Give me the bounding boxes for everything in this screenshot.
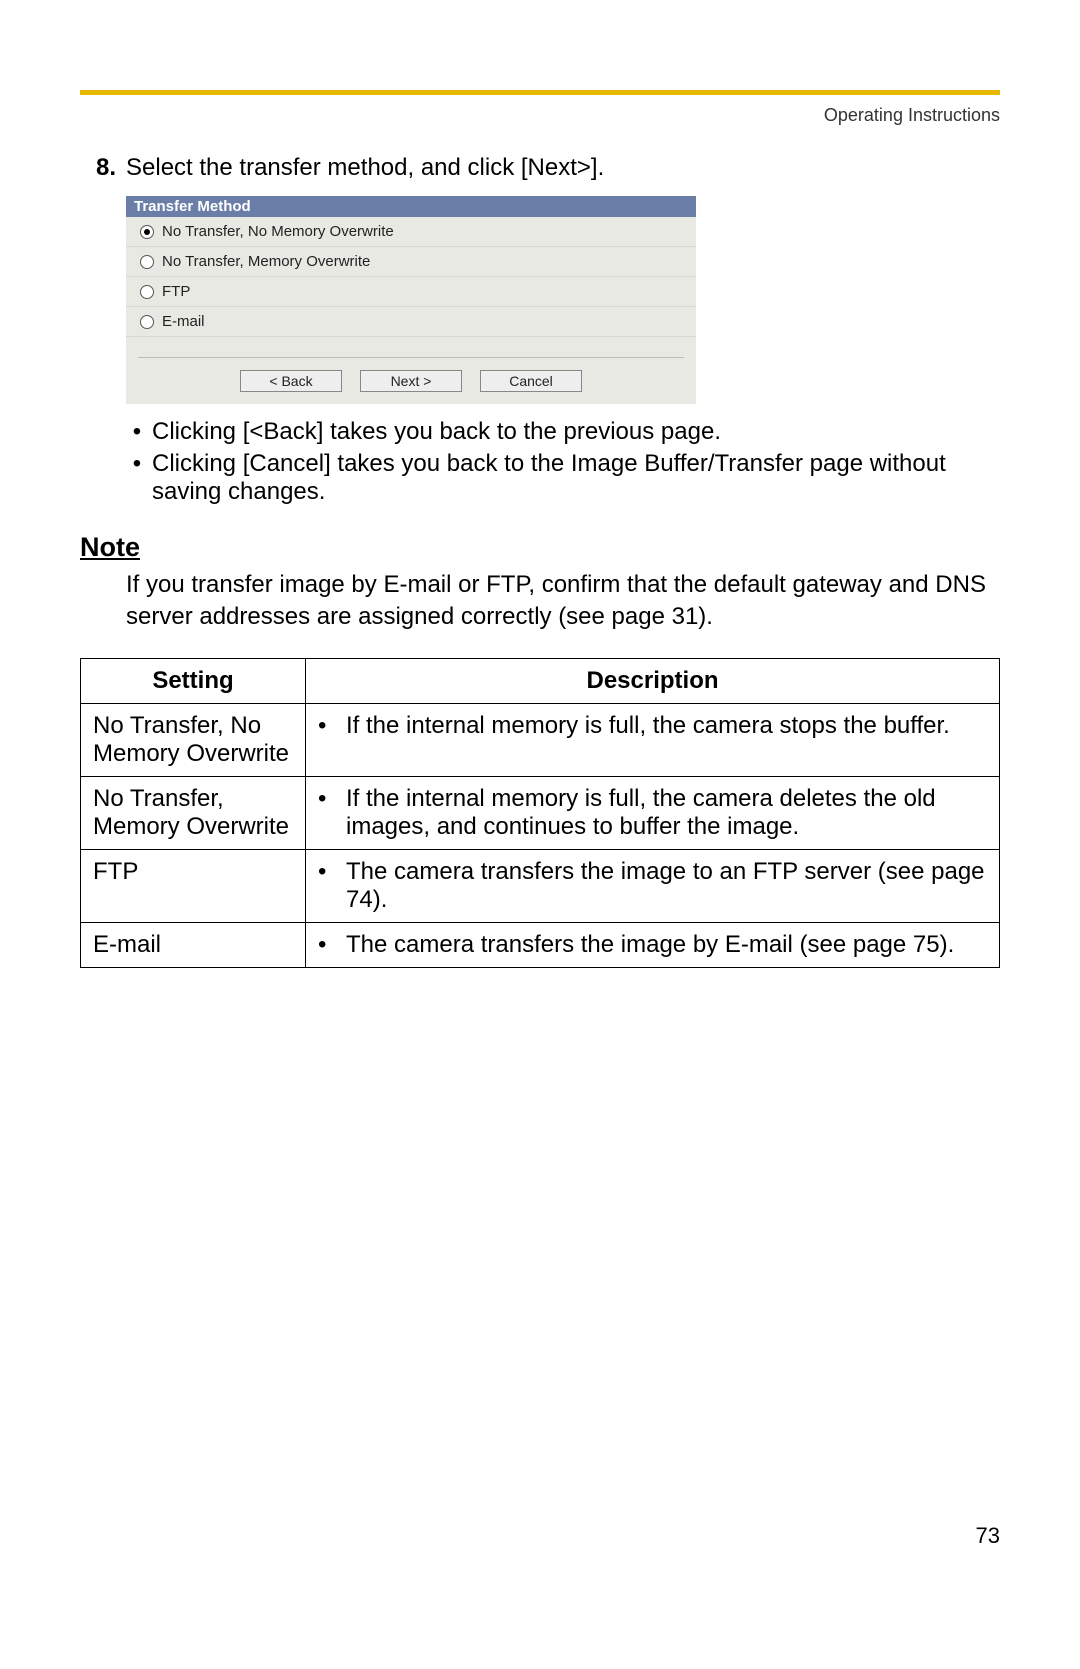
note-body: If you transfer image by E-mail or FTP, … [126, 569, 1000, 634]
description-cell: If the internal memory is full, the came… [346, 785, 987, 841]
bullet-icon: • [318, 712, 346, 740]
radio-icon [140, 315, 154, 329]
back-button[interactable]: < Back [240, 370, 342, 392]
radio-icon [140, 255, 154, 269]
setting-cell: FTP [81, 849, 306, 922]
bullet-text: Clicking [<Back] takes you back to the p… [152, 418, 721, 446]
page-number: 73 [976, 1523, 1000, 1549]
radio-label: E-mail [162, 313, 205, 330]
bullet-icon: • [122, 450, 152, 506]
radio-option-no-transfer-overwrite[interactable]: No Transfer, Memory Overwrite [126, 247, 696, 277]
description-cell: The camera transfers the image by E-mail… [346, 931, 954, 959]
bullet-icon: • [122, 418, 152, 446]
dialog-title: Transfer Method [126, 196, 696, 217]
table-row: No Transfer, Memory Overwrite •If the in… [81, 776, 1000, 849]
table-row: FTP •The camera transfers the image to a… [81, 849, 1000, 922]
table-row: E-mail •The camera transfers the image b… [81, 922, 1000, 967]
radio-label: No Transfer, Memory Overwrite [162, 253, 370, 270]
radio-label: No Transfer, No Memory Overwrite [162, 223, 394, 240]
description-cell: If the internal memory is full, the came… [346, 712, 950, 740]
table-row: No Transfer, No Memory Overwrite •If the… [81, 703, 1000, 776]
dialog-divider [138, 357, 684, 358]
setting-cell: No Transfer, Memory Overwrite [81, 776, 306, 849]
table-head-setting: Setting [81, 658, 306, 703]
description-cell: The camera transfers the image to an FTP… [346, 858, 987, 914]
radio-label: FTP [162, 283, 190, 300]
note-heading: Note [80, 532, 1000, 563]
transfer-method-dialog: Transfer Method No Transfer, No Memory O… [126, 196, 696, 404]
settings-table: Setting Description No Transfer, No Memo… [80, 658, 1000, 968]
step-number: 8. [80, 154, 116, 182]
cancel-button[interactable]: Cancel [480, 370, 582, 392]
radio-option-email[interactable]: E-mail [126, 307, 696, 337]
header-right: Operating Instructions [80, 105, 1000, 126]
table-head-description: Description [306, 658, 1000, 703]
bullet-icon: • [318, 785, 346, 841]
bullet-text: Clicking [Cancel] takes you back to the … [152, 450, 1000, 506]
setting-cell: No Transfer, No Memory Overwrite [81, 703, 306, 776]
setting-cell: E-mail [81, 922, 306, 967]
radio-icon [140, 285, 154, 299]
radio-option-no-transfer-no-overwrite[interactable]: No Transfer, No Memory Overwrite [126, 217, 696, 247]
bullet-icon: • [318, 858, 346, 914]
top-rule [80, 90, 1000, 95]
sub-bullets: • Clicking [<Back] takes you back to the… [122, 418, 1000, 506]
radio-icon [140, 225, 154, 239]
radio-option-ftp[interactable]: FTP [126, 277, 696, 307]
step-text: Select the transfer method, and click [N… [126, 154, 604, 182]
next-button[interactable]: Next > [360, 370, 462, 392]
bullet-icon: • [318, 931, 346, 959]
